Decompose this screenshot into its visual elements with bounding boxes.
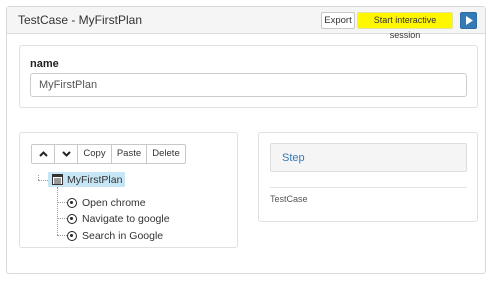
radio-icon [67, 197, 77, 208]
tree-item-navigate-to-google[interactable]: Navigate to google [67, 212, 170, 225]
name-label: name [30, 58, 59, 70]
start-interactive-session-button[interactable]: Start interactive session [357, 12, 453, 40]
tree-item-label: Search in Google [82, 229, 164, 242]
paste-button[interactable]: Paste [111, 144, 147, 164]
move-up-button[interactable] [31, 144, 55, 164]
tree-item-search-in-google[interactable]: Search in Google [67, 229, 163, 242]
tree-connector [38, 180, 48, 181]
play-button[interactable] [460, 12, 477, 29]
tree-toolbar: Copy Paste Delete [31, 144, 186, 164]
move-down-button[interactable] [54, 144, 78, 164]
tree-connector [57, 202, 67, 203]
testcase-panel: TestCase - MyFirstPlan Export Start inte… [6, 6, 486, 274]
export-button[interactable]: Export [321, 12, 355, 29]
chevron-up-icon [38, 151, 48, 157]
delete-button[interactable]: Delete [146, 144, 186, 164]
divider [270, 187, 467, 188]
page-title: TestCase - MyFirstPlan [18, 13, 143, 27]
name-input[interactable]: MyFirstPlan [30, 73, 467, 97]
step-testcase-label: TestCase [270, 194, 308, 204]
copy-button[interactable]: Copy [77, 144, 112, 164]
radio-icon [67, 213, 77, 224]
tree-connector [57, 235, 67, 236]
name-section: name MyFirstPlan [19, 45, 478, 108]
step-header[interactable]: Step [270, 143, 467, 172]
tree-root-node[interactable]: MyFirstPlan [48, 172, 126, 187]
tree-item-label: Open chrome [82, 196, 146, 209]
chevron-down-icon [61, 151, 71, 157]
tree-connector [57, 218, 67, 219]
play-icon [466, 16, 473, 25]
step-panel: Step TestCase [258, 132, 478, 222]
panel-header: TestCase - MyFirstPlan Export Start inte… [7, 7, 485, 40]
step-title: Step [282, 152, 305, 164]
tree-connector [38, 175, 39, 180]
plan-tree-panel: Copy Paste Delete MyFirstPlan Open chrom… [19, 132, 238, 248]
tree-item-open-chrome[interactable]: Open chrome [67, 196, 146, 209]
plan-icon [52, 174, 63, 185]
tree-root-label: MyFirstPlan [67, 173, 123, 186]
radio-icon [67, 230, 77, 241]
tree-item-label: Navigate to google [82, 212, 170, 225]
tree-connector [57, 187, 58, 235]
